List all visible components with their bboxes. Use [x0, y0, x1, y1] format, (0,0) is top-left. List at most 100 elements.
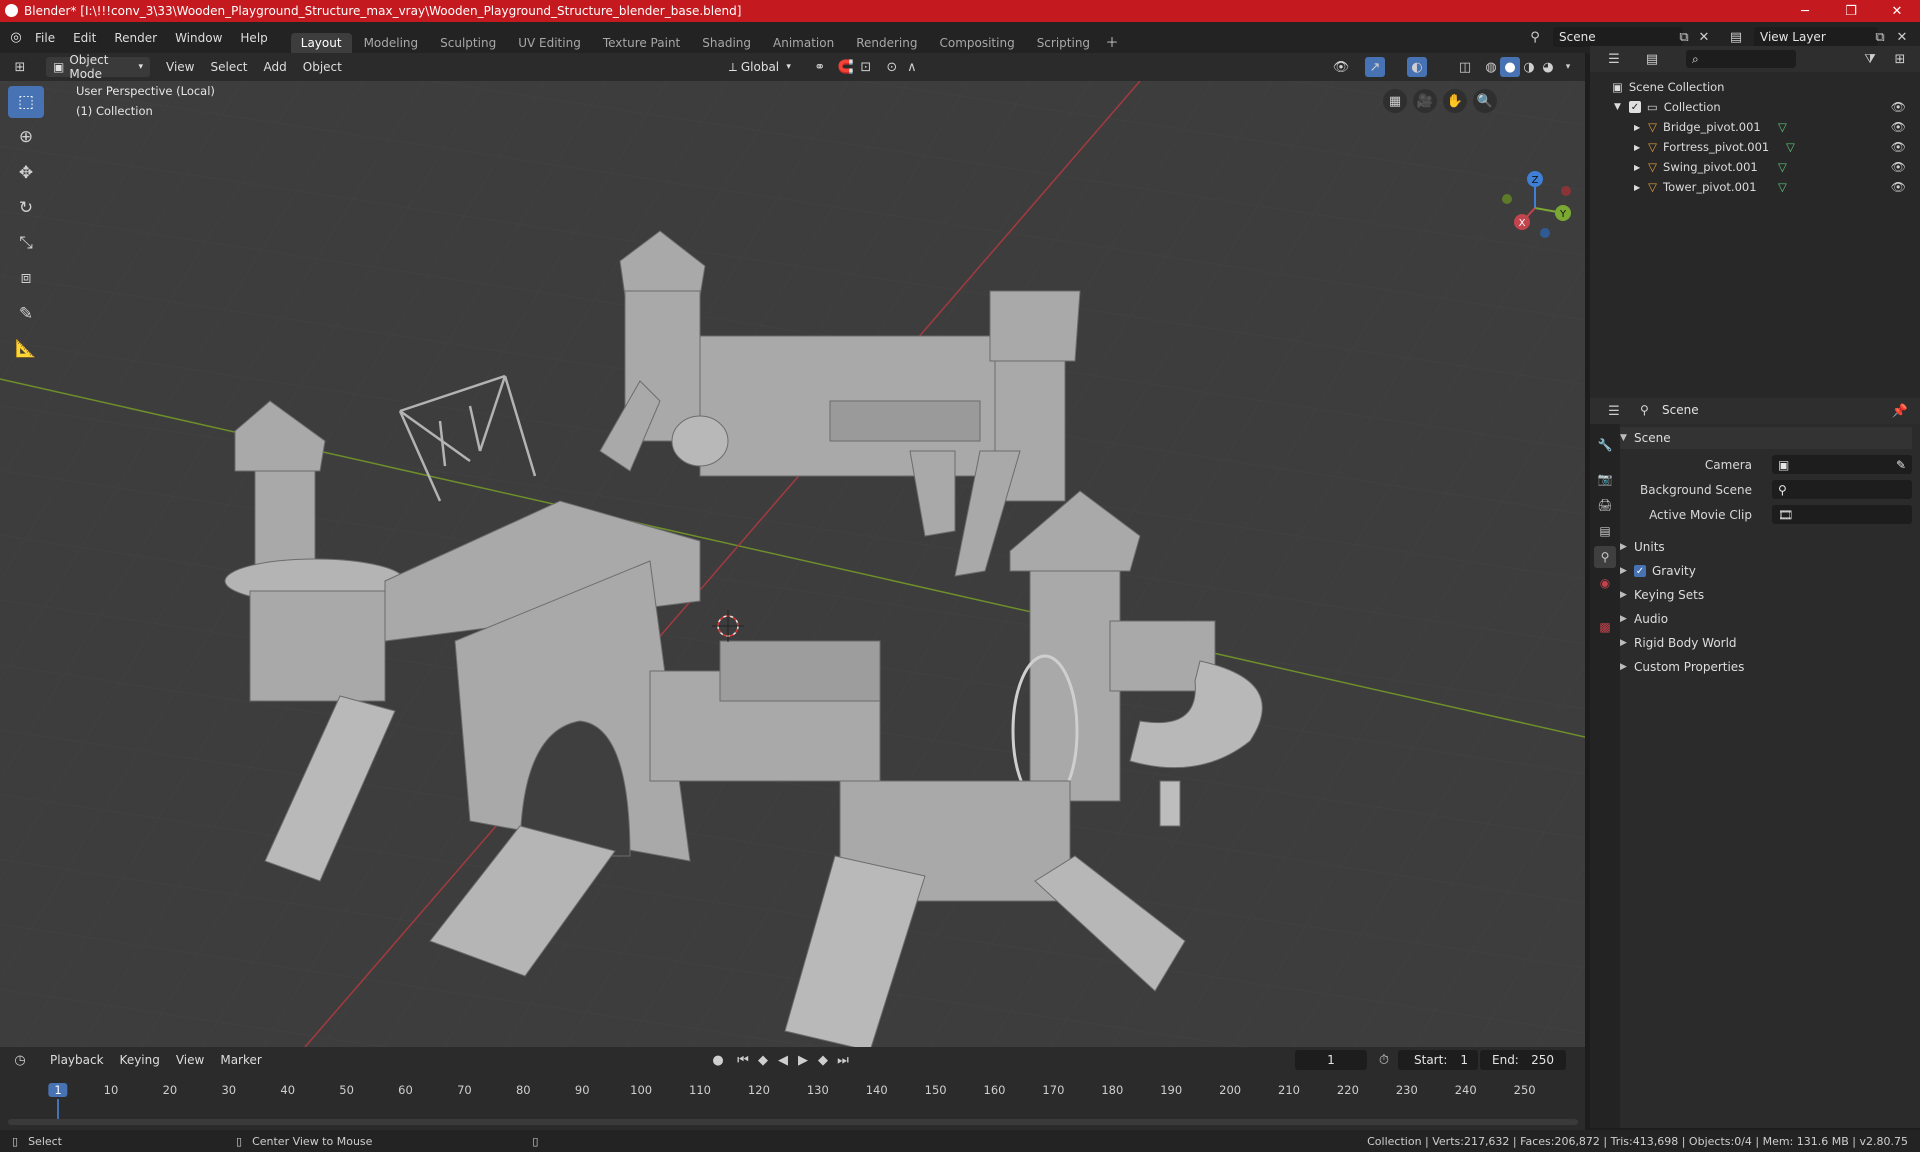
scene-panel-header[interactable]: ▼ Scene: [1620, 427, 1912, 449]
menu-edit[interactable]: Edit: [64, 31, 105, 45]
tool-tab-icon[interactable]: 🔧: [1594, 434, 1616, 456]
gravity-checkbox[interactable]: ✓: [1634, 565, 1646, 577]
measure-tool-icon[interactable]: 📐: [8, 333, 44, 365]
filter-icon[interactable]: ⧩: [1860, 49, 1880, 69]
tab-uv-editing[interactable]: UV Editing: [508, 33, 591, 53]
material-shading-icon[interactable]: ◑: [1519, 57, 1539, 77]
gizmo-toggle-icon[interactable]: ↗: [1365, 57, 1385, 77]
select-box-tool-icon[interactable]: ⬚: [8, 86, 44, 118]
menu-add[interactable]: Add: [256, 60, 295, 74]
falloff-icon[interactable]: ∧: [902, 57, 922, 77]
pivot-point-icon[interactable]: ⚭: [810, 57, 830, 77]
snap-target-icon[interactable]: ⊡: [856, 57, 876, 77]
outliner-search-input[interactable]: ⌕: [1686, 50, 1796, 68]
view-layer-icon[interactable]: ▤: [1726, 27, 1746, 47]
toggle-perspective-icon[interactable]: ▦: [1383, 89, 1407, 113]
camera-view-icon[interactable]: 🎥: [1413, 89, 1437, 113]
new-scene-icon[interactable]: ⧉: [1674, 27, 1694, 47]
tab-compositing[interactable]: Compositing: [929, 33, 1024, 53]
view-layer-tab-icon[interactable]: ▤: [1594, 520, 1616, 542]
menu-file[interactable]: File: [26, 31, 64, 45]
minimize-button[interactable]: ─: [1782, 0, 1828, 22]
add-workspace-icon[interactable]: ＋: [1102, 31, 1122, 51]
proportional-edit-icon[interactable]: ⊙: [882, 57, 902, 77]
new-view-layer-icon[interactable]: ⧉: [1870, 27, 1890, 47]
transform-orientation-dropdown[interactable]: ⟂ Global ▾: [721, 57, 798, 77]
keying-sets-panel-header[interactable]: ▶ Keying Sets: [1620, 584, 1912, 606]
outliner-object-row[interactable]: ▶ ▽ Bridge_pivot.001 ▽ 👁: [1590, 117, 1920, 137]
movie-clip-field[interactable]: 🎞: [1772, 505, 1912, 524]
visibility-eye-icon[interactable]: 👁: [1891, 100, 1906, 114]
tab-shading[interactable]: Shading: [692, 33, 761, 53]
zoom-icon[interactable]: 🔍: [1473, 89, 1497, 113]
editor-type-icon[interactable]: ⊞: [10, 57, 30, 77]
eyedropper-icon[interactable]: ✎: [1896, 458, 1906, 472]
background-scene-field[interactable]: ⚲: [1772, 480, 1912, 499]
rotate-tool-icon[interactable]: ↻: [8, 192, 44, 224]
3d-viewport[interactable]: Z Y X User Perspective (Local) (1) Colle…: [0, 81, 1585, 1047]
frame-ruler[interactable]: 1 10 20 30 40 50 60 70 80 90 100 110 120 130 140 150 160…: [0, 1075, 1585, 1105]
remove-view-layer-icon[interactable]: ✕: [1892, 27, 1912, 47]
tab-animation[interactable]: Animation: [763, 33, 844, 53]
menu-object[interactable]: Object: [295, 60, 350, 74]
blender-menu-icon[interactable]: ◎: [6, 28, 26, 48]
transform-tool-icon[interactable]: ⧈: [8, 262, 44, 294]
tab-layout[interactable]: Layout: [290, 33, 352, 53]
timeline-scrollbar[interactable]: [8, 1119, 1578, 1125]
units-panel-header[interactable]: ▶ Units: [1620, 536, 1912, 558]
outliner-editor-type-icon[interactable]: ☰: [1604, 49, 1624, 69]
close-button[interactable]: ✕: [1874, 0, 1920, 22]
menu-help[interactable]: Help: [231, 31, 276, 45]
output-tab-icon[interactable]: 🖨: [1594, 494, 1616, 516]
tab-texture-paint[interactable]: Texture Paint: [593, 33, 690, 53]
pin-icon[interactable]: 📌: [1890, 401, 1910, 421]
expand-arrow-icon[interactable]: ▶: [1634, 163, 1640, 172]
tab-sculpting[interactable]: Sculpting: [430, 33, 506, 53]
collection-checkbox[interactable]: ✓: [1628, 101, 1641, 113]
scene-field[interactable]: Scene: [1553, 27, 1683, 47]
scene-selector-icon[interactable]: ⚲: [1525, 27, 1545, 47]
expand-arrow-icon[interactable]: ▼: [1614, 102, 1621, 112]
view-layer-field[interactable]: View Layer: [1754, 27, 1878, 47]
new-collection-icon[interactable]: ⊞: [1890, 49, 1910, 69]
menu-view[interactable]: View: [158, 60, 202, 74]
overlay-toggle-icon[interactable]: ◐: [1407, 57, 1427, 77]
rendered-shading-icon[interactable]: ◕: [1538, 57, 1558, 77]
mode-dropdown[interactable]: ▣ Object Mode ▾: [46, 53, 150, 81]
expand-arrow-icon[interactable]: ▶: [1634, 143, 1640, 152]
outliner-collection[interactable]: ▼ ✓ ▭ Collection 👁: [1590, 97, 1920, 117]
pan-hand-icon[interactable]: ✋: [1443, 89, 1467, 113]
custom-properties-panel-header[interactable]: ▶ Custom Properties: [1620, 656, 1912, 678]
menu-render[interactable]: Render: [105, 31, 166, 45]
outliner-object-row[interactable]: ▶ ▽ Tower_pivot.001 ▽ 👁: [1590, 177, 1920, 197]
rigid-body-panel-header[interactable]: ▶ Rigid Body World: [1620, 632, 1912, 654]
cursor-tool-icon[interactable]: ⊕: [8, 121, 44, 153]
solid-shading-icon[interactable]: ●: [1500, 57, 1520, 77]
world-tab-icon[interactable]: ◉: [1594, 572, 1616, 594]
visibility-eye-icon[interactable]: 👁: [1891, 120, 1906, 134]
display-mode-icon[interactable]: ▤: [1642, 49, 1662, 69]
camera-field[interactable]: ▣ ✎: [1772, 455, 1912, 474]
scale-tool-icon[interactable]: ⤡: [8, 227, 44, 259]
outliner-object-row[interactable]: ▶ ▽ Swing_pivot.001 ▽ 👁: [1590, 157, 1920, 177]
render-tab-icon[interactable]: 📷: [1594, 468, 1616, 490]
tab-scripting[interactable]: Scripting: [1027, 33, 1100, 53]
audio-panel-header[interactable]: ▶ Audio: [1620, 608, 1912, 630]
visibility-icon[interactable]: 👁: [1331, 57, 1351, 77]
tab-modeling[interactable]: Modeling: [354, 33, 429, 53]
outliner-scene-collection[interactable]: ▣ Scene Collection: [1590, 77, 1920, 97]
tab-rendering[interactable]: Rendering: [846, 33, 927, 53]
visibility-eye-icon[interactable]: 👁: [1891, 140, 1906, 154]
shading-options-icon[interactable]: ▾: [1558, 57, 1578, 77]
visibility-eye-icon[interactable]: 👁: [1891, 180, 1906, 194]
texture-tab-icon[interactable]: ▩: [1594, 616, 1616, 638]
annotate-tool-icon[interactable]: ✎: [8, 298, 44, 330]
properties-editor-type-icon[interactable]: ☰: [1604, 401, 1624, 421]
gravity-panel-header[interactable]: ▶ ✓ Gravity: [1620, 560, 1912, 582]
restore-button[interactable]: ❐: [1828, 0, 1874, 22]
menu-select[interactable]: Select: [202, 60, 255, 74]
move-tool-icon[interactable]: ✥: [8, 157, 44, 189]
remove-scene-icon[interactable]: ✕: [1694, 27, 1714, 47]
snap-icon[interactable]: 🧲: [836, 57, 856, 77]
visibility-eye-icon[interactable]: 👁: [1891, 160, 1906, 174]
